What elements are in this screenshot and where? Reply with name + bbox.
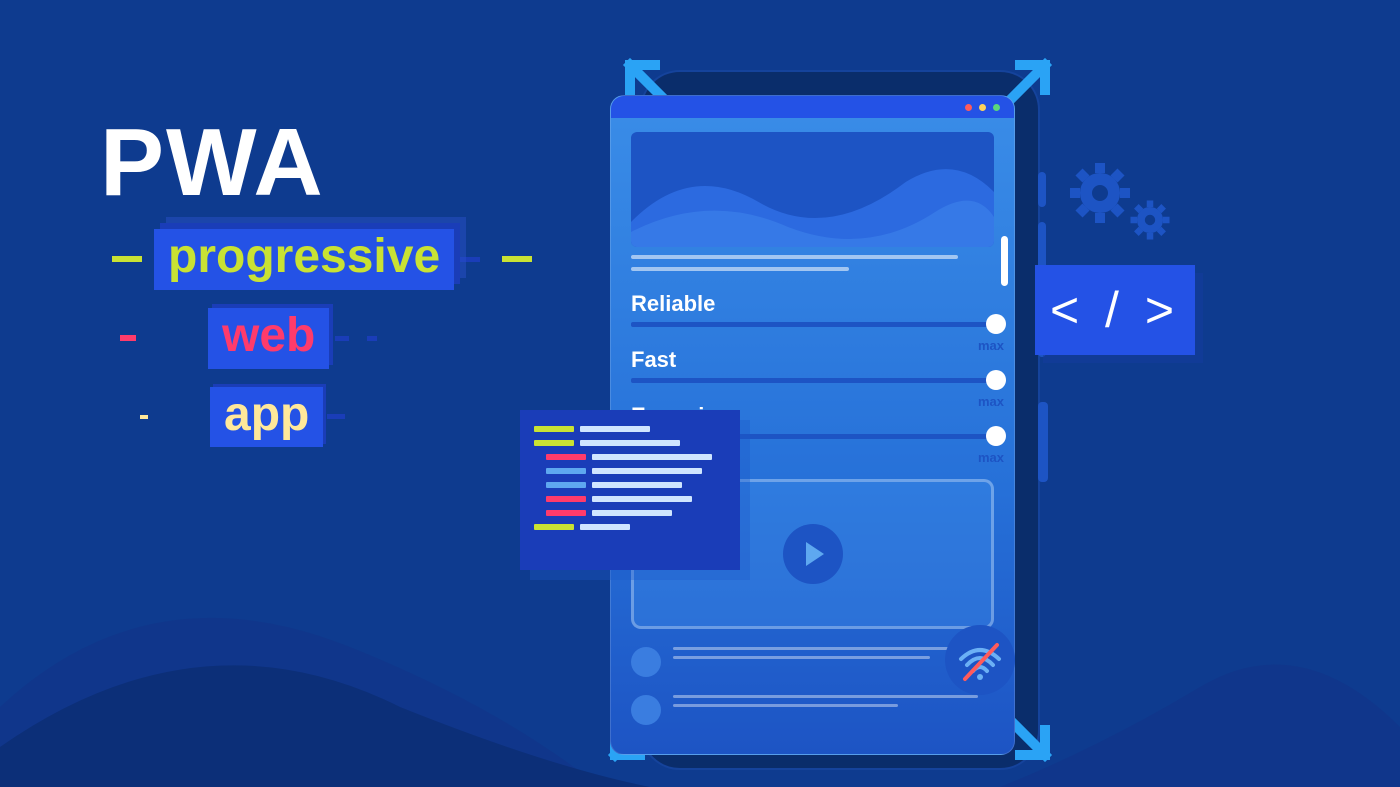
window-titlebar xyxy=(611,96,1014,118)
dash-decor xyxy=(140,415,148,419)
slider-handle[interactable] xyxy=(986,426,1006,446)
tag-row-web: web xyxy=(100,308,544,369)
code-snippet-panel xyxy=(520,410,740,570)
placeholder-line xyxy=(673,695,978,698)
feature-max-label: max xyxy=(978,450,1004,465)
tag-row-progressive: progressive xyxy=(100,229,544,290)
code-tag-badge: < / > xyxy=(1035,265,1195,355)
window-min-dot xyxy=(979,104,986,111)
feature-progress-bar xyxy=(631,322,994,327)
wifi-offline-badge xyxy=(945,625,1015,695)
play-icon xyxy=(806,542,824,566)
slider-handle[interactable] xyxy=(986,370,1006,390)
feature-label: Reliable xyxy=(631,291,994,317)
dash-decor xyxy=(460,257,480,262)
wifi-offline-icon xyxy=(955,635,1005,685)
placeholder-line xyxy=(631,267,849,271)
hero-chart-card xyxy=(631,132,994,247)
window-close-dot xyxy=(965,104,972,111)
list-item xyxy=(631,695,994,725)
dash-decor xyxy=(120,335,136,341)
scrollbar-thumb[interactable] xyxy=(1001,236,1008,286)
list-avatar xyxy=(631,695,661,725)
headline-title: PWA xyxy=(100,115,544,211)
gears-icon xyxy=(1065,155,1185,260)
tag-progressive: progressive xyxy=(154,229,454,290)
tag-row-app: app xyxy=(100,387,544,448)
feature-row-reliable: Reliable max xyxy=(631,291,994,327)
headline-block: PWA progressive web app xyxy=(100,115,544,447)
phone-side-button xyxy=(1038,172,1046,207)
phone-side-button xyxy=(1038,402,1048,482)
dash-decor xyxy=(367,336,377,341)
placeholder-line xyxy=(673,704,898,707)
dash-decor xyxy=(502,256,532,262)
list-avatar xyxy=(631,647,661,677)
feature-progress-bar xyxy=(631,378,994,383)
window-max-dot xyxy=(993,104,1000,111)
dash-decor xyxy=(335,336,349,341)
dash-decor xyxy=(327,414,345,419)
list-item xyxy=(631,647,994,677)
tag-web: web xyxy=(208,308,329,369)
feature-label: Fast xyxy=(631,347,994,373)
feature-row-fast: Fast max xyxy=(631,347,994,383)
placeholder-line xyxy=(673,647,978,650)
placeholder-line xyxy=(631,255,958,259)
play-button[interactable] xyxy=(783,524,843,584)
tag-app: app xyxy=(210,387,323,448)
slider-handle[interactable] xyxy=(986,314,1006,334)
dash-decor xyxy=(112,256,142,262)
placeholder-line xyxy=(673,656,930,659)
